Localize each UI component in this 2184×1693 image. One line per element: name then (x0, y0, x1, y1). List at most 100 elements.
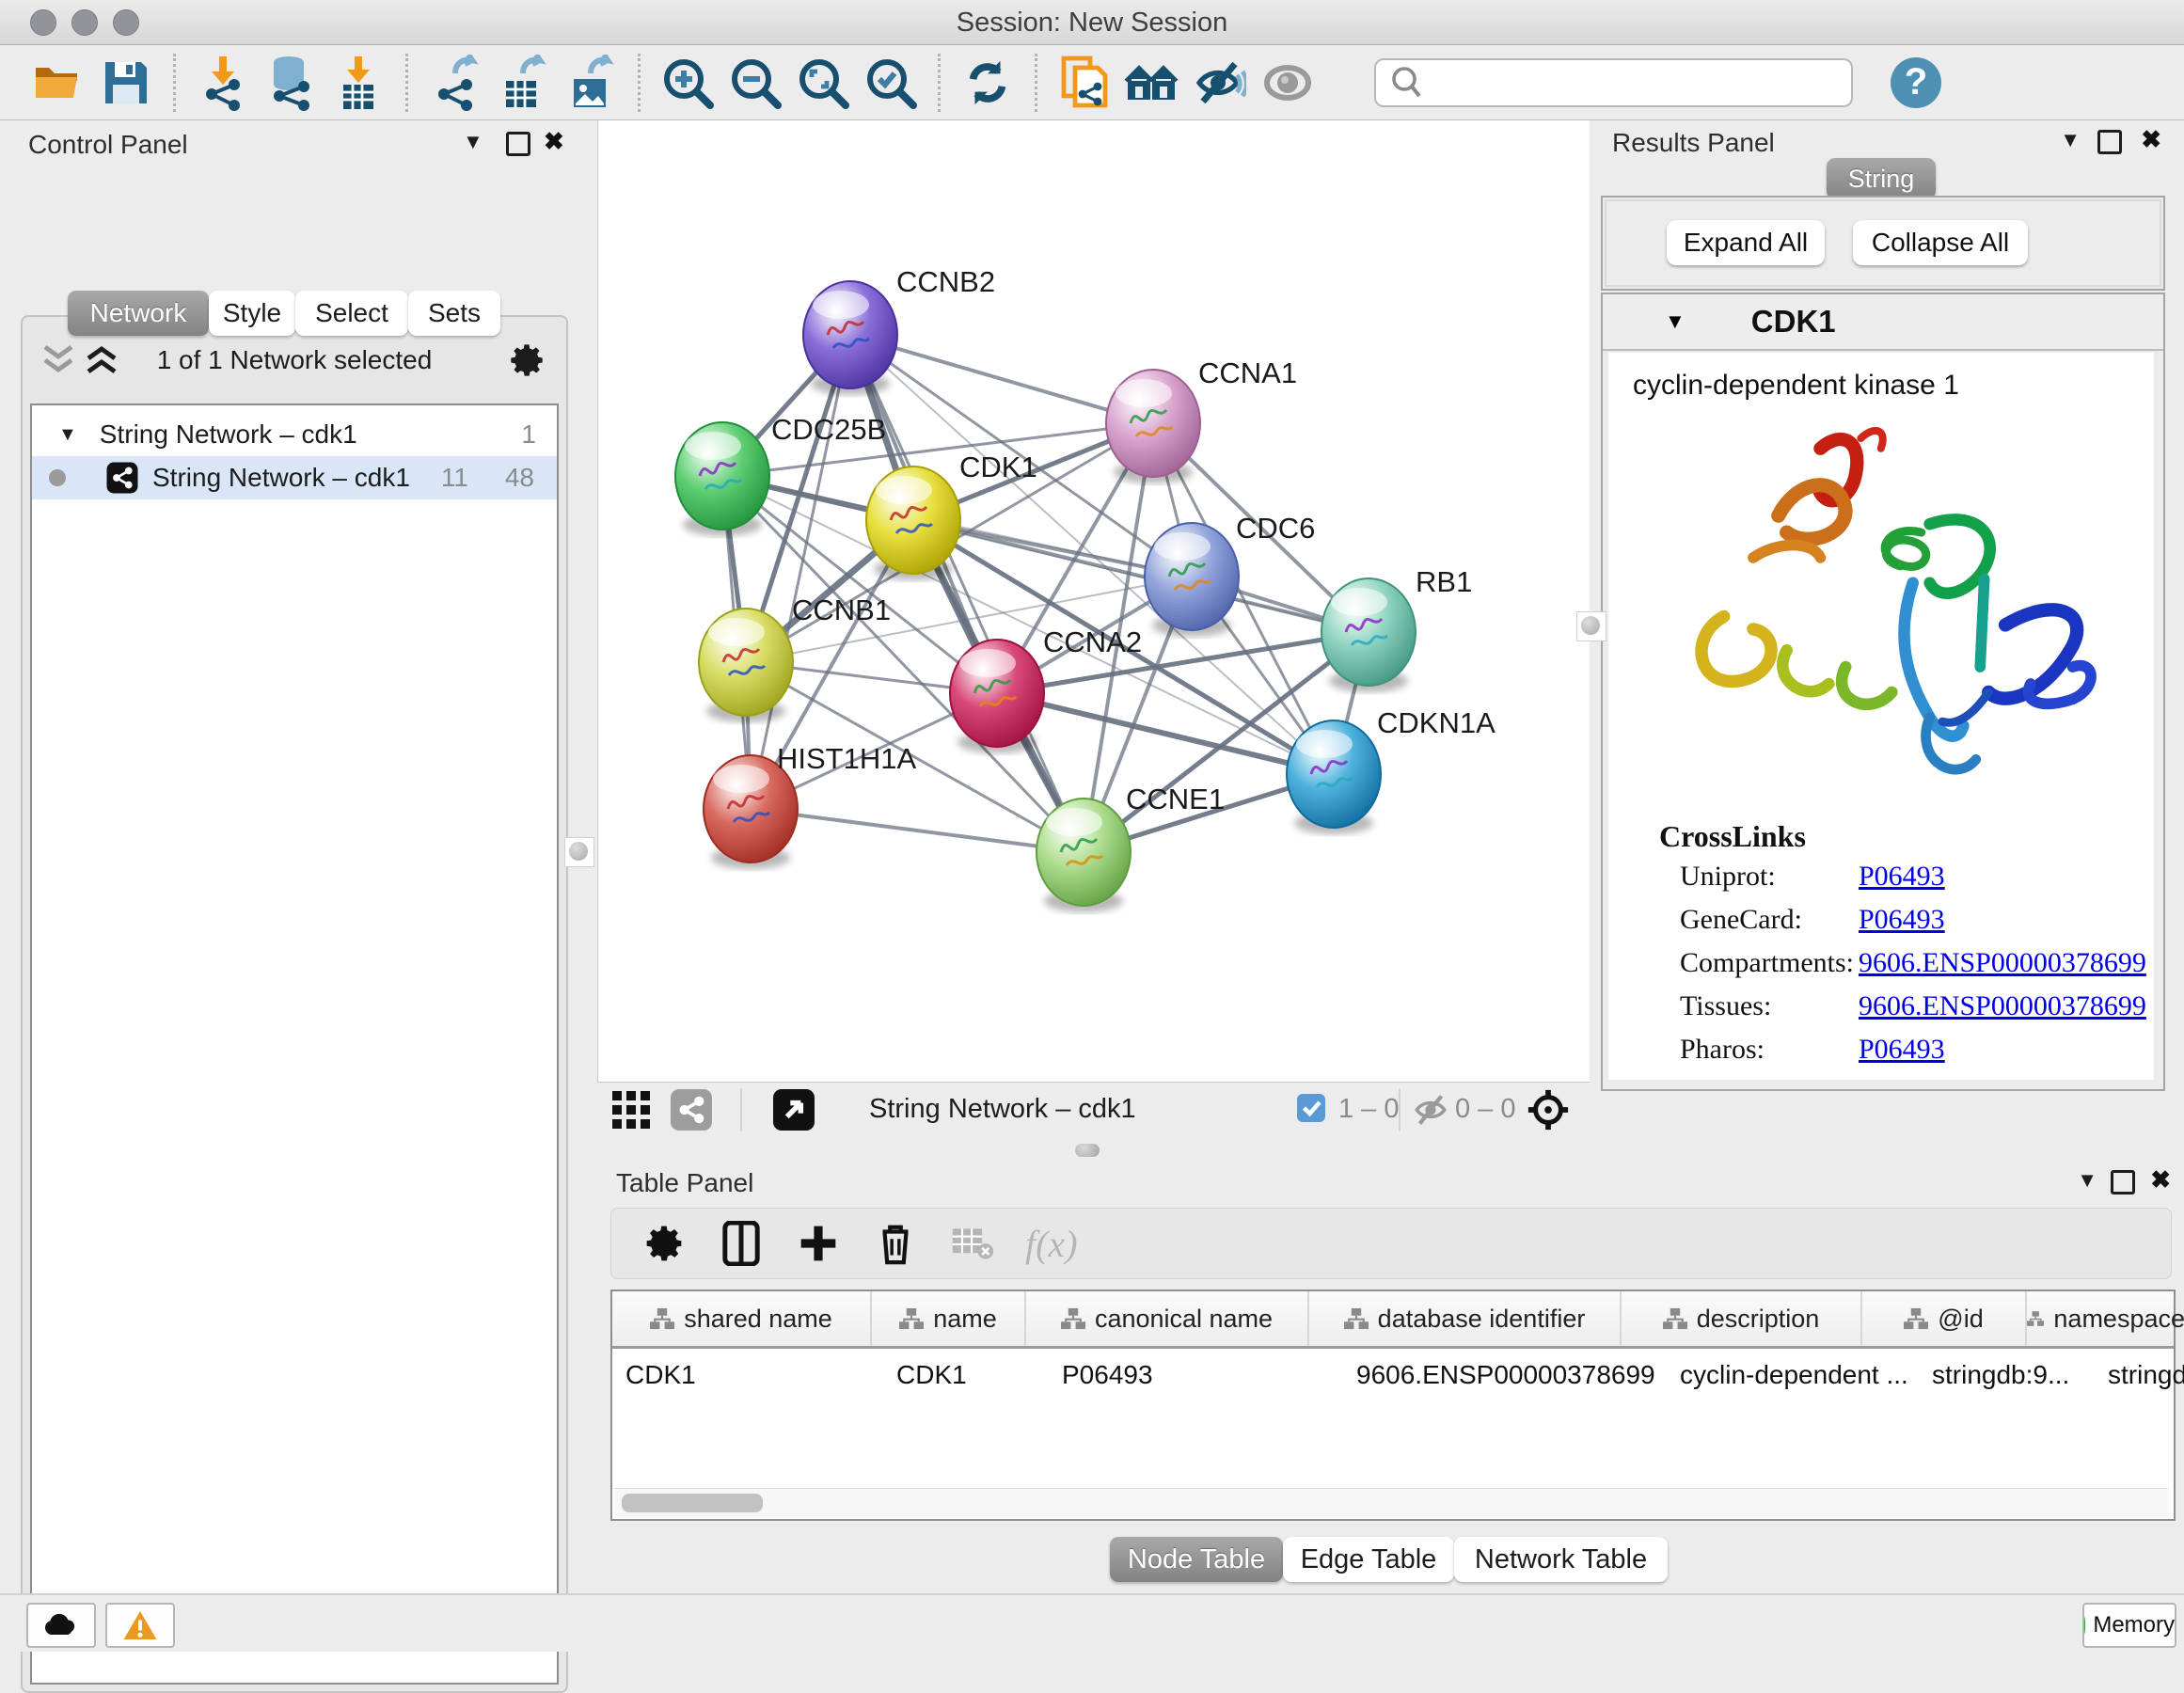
gear-icon[interactable] (508, 341, 546, 379)
export-table-icon[interactable] (489, 53, 557, 113)
save-floppy-icon[interactable] (92, 53, 160, 113)
tab-sets[interactable]: Sets (408, 291, 500, 336)
node-CCNA2[interactable]: CCNA2 (950, 625, 1142, 753)
collapse-all-button[interactable]: Collapse All (1853, 220, 2028, 265)
table-header-row[interactable]: shared namenamecanonical namedatabase id… (612, 1291, 2174, 1349)
network-row-selected[interactable]: String Network – cdk1 11 48 (32, 456, 557, 499)
crosslink-link[interactable]: 9606.ENSP00000378699 (1859, 990, 2146, 1022)
show-columns-icon[interactable] (717, 1219, 766, 1268)
delete-column-icon[interactable] (871, 1219, 920, 1268)
float-panel-icon[interactable] (2111, 1170, 2135, 1195)
scrollbar-thumb[interactable] (622, 1494, 763, 1512)
node-CCNB1[interactable]: CCNB1 (699, 593, 891, 722)
collapse-panel-icon[interactable]: ▼ (2077, 1168, 2097, 1193)
fit-content-button[interactable] (773, 1089, 815, 1131)
edge-HIST1H1A-CCNE1[interactable] (751, 809, 1084, 852)
import-database-icon[interactable] (257, 53, 324, 113)
node-CDKN1A[interactable]: CDKN1A (1287, 706, 1496, 834)
warning-button[interactable] (105, 1603, 175, 1648)
column-header--id[interactable]: @id (1862, 1291, 2027, 1346)
crosshair-icon[interactable] (1527, 1088, 1570, 1131)
zoom-out-icon[interactable] (721, 53, 789, 113)
tab-style[interactable]: Style (209, 291, 295, 336)
column-header-name[interactable]: name (872, 1291, 1026, 1346)
table-cell[interactable]: P06493 (1049, 1349, 1343, 1401)
edge-CCNB2-HIST1H1A[interactable] (751, 335, 850, 809)
expand-all-button[interactable]: Expand All (1667, 220, 1825, 265)
search-input[interactable] (1429, 63, 1851, 103)
memory-button[interactable]: Memory (2082, 1603, 2176, 1648)
import-network-icon[interactable] (189, 53, 257, 113)
tab-network-table[interactable]: Network Table (1454, 1537, 1668, 1582)
reopen-session-icon[interactable] (1051, 53, 1118, 113)
refresh-icon[interactable] (954, 53, 1021, 113)
network-canvas[interactable]: CCNB2CCNA1CDC25BCDK1CDC6RB1CCNB1CCNA2CDK… (597, 120, 1591, 1082)
column-header-canonical-name[interactable]: canonical name (1026, 1291, 1309, 1346)
zoom-selected-icon[interactable] (857, 53, 925, 113)
birdseye-grid-icon[interactable] (610, 1089, 652, 1131)
crosslink-link[interactable]: 9606.ENSP00000378699 (1859, 947, 2146, 979)
table-cell[interactable]: 9606.ENSP00000378699 (1343, 1349, 1667, 1401)
node-CDC25B[interactable]: CDC25B (675, 413, 886, 536)
tab-string[interactable]: String (1827, 158, 1936, 199)
expander-triangle-icon[interactable]: ▼ (1665, 309, 1685, 334)
export-network-icon[interactable] (421, 53, 489, 113)
horizontal-splitter[interactable] (597, 1136, 1590, 1164)
table-cell[interactable]: stringdb (2095, 1349, 2184, 1401)
collapse-panel-icon[interactable]: ▼ (2060, 128, 2081, 152)
cloud-button[interactable] (26, 1603, 96, 1648)
close-panel-icon[interactable]: ✖ (2141, 125, 2161, 154)
column-header-database-identifier[interactable]: database identifier (1309, 1291, 1622, 1346)
horizontal-scrollbar[interactable] (614, 1488, 2168, 1517)
table-cell[interactable]: CDK1 (883, 1349, 1049, 1401)
column-header-shared-name[interactable]: shared name (612, 1291, 872, 1346)
network-tree: ▼ String Network – cdk1 1 String Network… (30, 403, 559, 1685)
node-CCNA1[interactable]: CCNA1 (1106, 356, 1297, 483)
gene-section-header[interactable]: ▼ CDK1 (1603, 294, 2163, 351)
collapse-panel-icon[interactable]: ▼ (463, 130, 483, 154)
open-folder-icon[interactable] (24, 53, 92, 113)
search-field[interactable] (1374, 58, 1853, 107)
float-panel-icon[interactable] (506, 132, 530, 156)
column-header-namespace[interactable]: namespace (2027, 1291, 2184, 1346)
node-CDC6[interactable]: CDC6 (1145, 512, 1315, 637)
add-column-icon[interactable] (794, 1219, 843, 1268)
gene-description: cyclin-dependent kinase 1 (1633, 370, 1959, 402)
network-collection-row[interactable]: ▼ String Network – cdk1 1 (32, 413, 557, 456)
tab-select[interactable]: Select (295, 291, 408, 336)
hide-selection-eye-icon[interactable] (1186, 53, 1254, 113)
selected-checkbox[interactable] (1297, 1094, 1325, 1122)
expander-triangle-icon[interactable]: ▼ (58, 424, 77, 446)
import-table-icon[interactable] (324, 53, 392, 113)
crosslink-link[interactable]: P06493 (1859, 1034, 1945, 1066)
table-cell[interactable]: CDK1 (612, 1349, 883, 1401)
tab-network[interactable]: Network (68, 291, 209, 336)
close-panel-icon[interactable]: ✖ (2150, 1165, 2171, 1195)
gear-icon[interactable] (640, 1219, 688, 1268)
tab-edge-table[interactable]: Edge Table (1283, 1537, 1454, 1582)
node-label-HIST1H1A: HIST1H1A (777, 742, 916, 775)
network-share-button[interactable] (671, 1089, 712, 1131)
table-cell[interactable]: stringdb:9... (1919, 1349, 2095, 1401)
close-panel-icon[interactable]: ✖ (544, 127, 564, 156)
right-splitter-handle[interactable] (1576, 611, 1606, 641)
column-header-description[interactable]: description (1622, 1291, 1862, 1346)
crosslink-link[interactable]: P06493 (1859, 904, 1945, 936)
splitter-grip[interactable] (1075, 1144, 1100, 1157)
export-image-icon[interactable] (557, 53, 625, 113)
show-selection-eye-icon[interactable] (1254, 53, 1321, 113)
crosslink-link[interactable]: P06493 (1859, 861, 1945, 893)
node-CCNB2[interactable]: CCNB2 (803, 265, 995, 395)
zoom-fit-icon[interactable] (789, 53, 857, 113)
node-CCNE1[interactable]: CCNE1 (1037, 783, 1225, 912)
float-panel-icon[interactable] (2097, 130, 2122, 154)
left-splitter-handle[interactable] (564, 837, 594, 867)
node-RB1[interactable]: RB1 (1321, 565, 1472, 692)
help-icon[interactable]: ? (1891, 57, 1941, 108)
tab-node-table[interactable]: Node Table (1110, 1537, 1283, 1582)
zoom-in-icon[interactable] (654, 53, 721, 113)
home-icon[interactable] (1118, 53, 1186, 113)
node-HIST1H1A[interactable]: HIST1H1A (704, 742, 916, 869)
table-row[interactable]: CDK1CDK1P064939606.ENSP00000378699cyclin… (612, 1349, 2174, 1401)
table-cell[interactable]: cyclin-dependent ... (1667, 1349, 1919, 1401)
